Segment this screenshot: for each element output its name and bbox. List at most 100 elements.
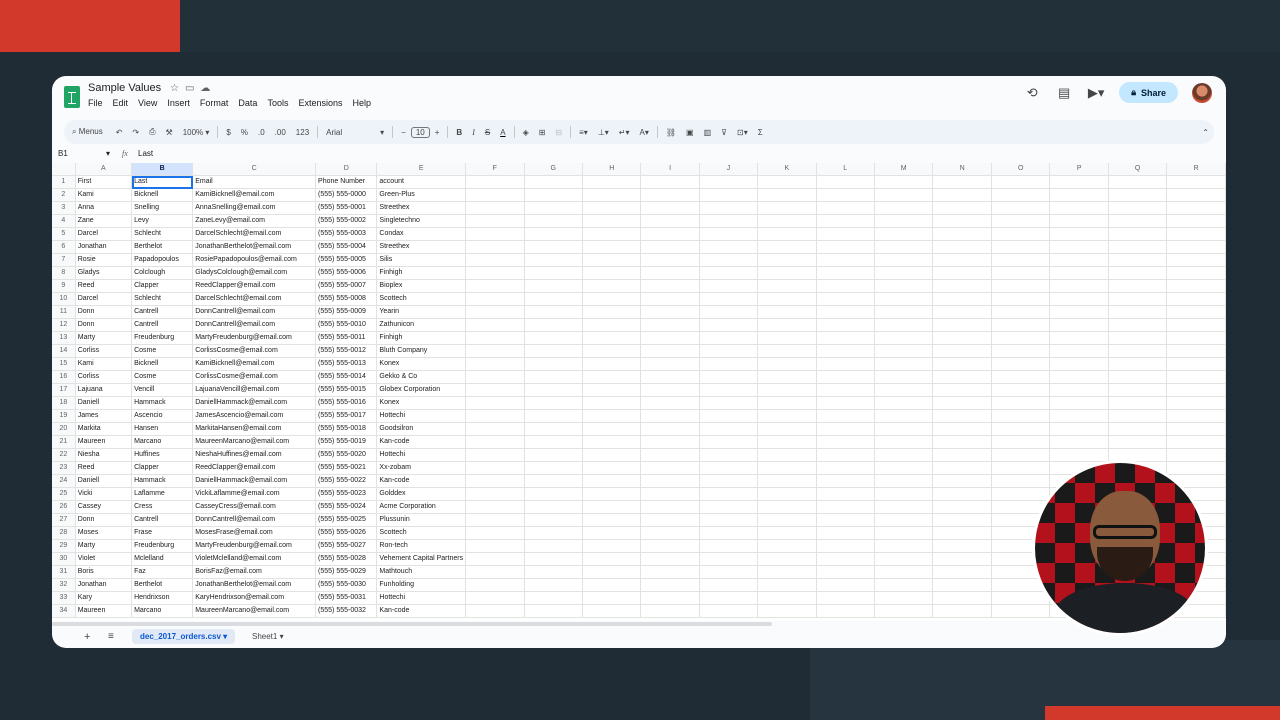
menu-format[interactable]: Format [200, 98, 229, 108]
cell[interactable] [699, 266, 759, 280]
cell[interactable] [932, 448, 992, 462]
row-header[interactable]: 9 [52, 279, 76, 293]
cell[interactable] [1166, 448, 1226, 462]
cell[interactable] [640, 552, 700, 566]
row-header[interactable]: 14 [52, 344, 76, 358]
row-header[interactable]: 31 [52, 565, 76, 579]
cell[interactable] [582, 409, 642, 423]
row-header[interactable]: 24 [52, 474, 76, 488]
print-icon[interactable]: ⎙ [144, 127, 160, 137]
cell[interactable]: Hottechi [376, 591, 467, 605]
cell[interactable] [816, 227, 875, 241]
cell[interactable] [524, 292, 583, 306]
name-box[interactable]: B1 ▾ [58, 149, 110, 158]
cell[interactable] [991, 383, 1051, 397]
cell[interactable] [524, 175, 583, 189]
cell[interactable]: Streethex [376, 201, 467, 215]
cell[interactable] [524, 240, 583, 254]
cell[interactable]: Condax [376, 227, 467, 241]
column-header-o[interactable]: O [991, 163, 1051, 176]
row-header[interactable]: 17 [52, 383, 76, 397]
cell[interactable]: Levy [131, 214, 194, 228]
cell[interactable]: Maureen [75, 604, 133, 618]
font-select[interactable]: Arial [321, 128, 375, 137]
decrease-decimal-button[interactable]: .0 [253, 128, 270, 137]
cell[interactable]: Hottechi [376, 409, 467, 423]
cell[interactable] [1166, 266, 1226, 280]
row-header[interactable]: 22 [52, 448, 76, 462]
cell[interactable]: Boris [75, 565, 133, 579]
cell[interactable] [816, 318, 875, 332]
sheet-tab-active[interactable]: dec_2017_orders.csv ▾ [132, 629, 236, 644]
strikethrough-icon[interactable]: S [480, 128, 495, 137]
cell[interactable] [757, 604, 817, 618]
cell[interactable] [465, 526, 525, 540]
row-header[interactable]: 30 [52, 552, 76, 566]
column-header-l[interactable]: L [816, 163, 875, 176]
cell[interactable] [1049, 435, 1109, 449]
vertical-align-icon[interactable]: ⊥▾ [593, 128, 614, 137]
cell[interactable] [816, 240, 875, 254]
cell[interactable] [465, 409, 525, 423]
column-header-m[interactable]: M [874, 163, 934, 176]
cell[interactable]: Vicki [75, 487, 133, 501]
cell[interactable]: DarcelSchlecht@email.com [192, 227, 317, 241]
cell[interactable] [465, 331, 525, 345]
cell[interactable] [757, 240, 817, 254]
cell[interactable]: MaureenMarcano@email.com [192, 604, 317, 618]
cell[interactable] [465, 266, 525, 280]
cell[interactable] [932, 604, 992, 618]
cell[interactable]: First [75, 175, 133, 189]
cell[interactable] [757, 318, 817, 332]
cell[interactable] [932, 409, 992, 423]
cell[interactable] [1108, 396, 1168, 410]
cell[interactable] [991, 279, 1051, 293]
cell[interactable] [874, 565, 934, 579]
cell[interactable] [932, 201, 992, 215]
cell[interactable] [816, 513, 875, 527]
cell[interactable] [640, 435, 700, 449]
cell[interactable] [874, 578, 934, 592]
cell[interactable] [757, 292, 817, 306]
cell[interactable] [816, 526, 875, 540]
cell[interactable] [874, 526, 934, 540]
fill-color-icon[interactable]: ◈ [518, 128, 534, 137]
menu-insert[interactable]: Insert [167, 98, 190, 108]
cell[interactable] [524, 448, 583, 462]
cell[interactable] [1166, 422, 1226, 436]
cell[interactable] [465, 253, 525, 267]
cell[interactable]: Cantrell [131, 318, 194, 332]
cell[interactable] [582, 279, 642, 293]
cell[interactable] [816, 292, 875, 306]
cell[interactable] [757, 578, 817, 592]
cell[interactable]: Marty [75, 331, 133, 345]
cell[interactable]: MosesFrase@email.com [192, 526, 317, 540]
cell[interactable] [757, 500, 817, 514]
cell[interactable] [640, 318, 700, 332]
cell[interactable]: Cosme [131, 344, 194, 358]
row-header[interactable]: 33 [52, 591, 76, 605]
cell[interactable] [465, 500, 525, 514]
cell[interactable] [582, 435, 642, 449]
cell[interactable] [757, 201, 817, 215]
cell[interactable]: AnnaSnelling@email.com [192, 201, 317, 215]
cell[interactable] [582, 591, 642, 605]
cell[interactable]: Hammack [131, 396, 194, 410]
cell[interactable]: Green-Plus [376, 188, 467, 202]
cloud-status-icon[interactable]: ☁ [200, 83, 210, 94]
cell[interactable] [991, 448, 1051, 462]
cell[interactable]: ZaneLevy@email.com [192, 214, 317, 228]
cell[interactable] [816, 461, 875, 475]
cell[interactable] [757, 461, 817, 475]
cell[interactable] [524, 396, 583, 410]
cell[interactable]: Faz [131, 565, 194, 579]
row-header[interactable]: 1 [52, 175, 76, 189]
cell[interactable] [874, 266, 934, 280]
cell[interactable]: (555) 555-0019 [315, 435, 378, 449]
cell[interactable] [1049, 422, 1109, 436]
cell[interactable] [991, 474, 1051, 488]
cell[interactable] [582, 565, 642, 579]
cell[interactable] [582, 175, 642, 189]
cell[interactable] [465, 370, 525, 384]
cell[interactable]: Vehement Capital Partners [376, 552, 467, 566]
